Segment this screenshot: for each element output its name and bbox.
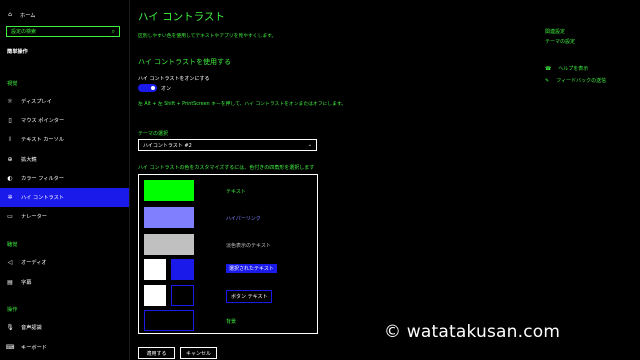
home-label: ホーム (20, 12, 36, 19)
sidebar-item-captions[interactable]: ▤ 字幕 (0, 273, 129, 292)
button-text-foreground-swatch[interactable] (144, 285, 166, 306)
sidebar-item-color-filter[interactable]: ◐ カラー フィルター (0, 169, 129, 188)
sidebar-item-label: カラー フィルター (21, 176, 65, 182)
customize-label: ハイ コントラストの色をカスタマイズするには、色付きの四角形を選択します (138, 165, 315, 171)
chevron-down-icon: ⌄ (307, 142, 312, 148)
sidebar-item-label: 拡大鏡 (21, 157, 37, 163)
help-label: ヘルプを表示 (558, 66, 589, 72)
toggle-label: ハイ コントラストをオンにする (138, 76, 210, 82)
disabled-text-swatch-label: 淡色表示のテキスト (226, 243, 271, 249)
sidebar-item-label: ハイ コントラスト (21, 195, 64, 201)
group-vision-heading: 視覚 (7, 81, 18, 87)
page-description: 区別しやすい色を使用してテキストやアプリを見やすくします。 (138, 34, 277, 39)
home-link[interactable]: ⌂ ホーム (7, 9, 35, 21)
group-interaction-heading: 操作 (7, 307, 18, 313)
button-text-swatch-label: ボタン テキスト (226, 290, 273, 303)
sidebar-item-keyboard[interactable]: ⌨ キーボード (0, 338, 129, 357)
keyboard-icon: ⌨ (5, 343, 15, 351)
high-contrast-icon: ✲ (7, 193, 13, 201)
sidebar-item-speech[interactable]: 🎙 音声認識 (0, 318, 129, 337)
hyperlink-swatch-label: ハイパーリンク (226, 216, 261, 222)
text-swatch-label: テキスト (226, 189, 246, 195)
search-icon: ⌕ (111, 27, 115, 35)
related-settings-title: 関連設定 (545, 29, 566, 35)
high-contrast-toggle[interactable] (138, 84, 157, 92)
sidebar-item-narrator[interactable]: ▭ ナレーター (0, 207, 129, 226)
group-hearing-heading: 聴覚 (7, 242, 18, 248)
search-placeholder: 設定の検索 (11, 29, 37, 35)
background-swatch-label: 背景 (226, 319, 237, 325)
page-title: ハイ コントラスト (138, 11, 225, 23)
sidebar-item-label: 音声認識 (21, 325, 42, 331)
magnifier-icon: ⊕ (7, 155, 13, 163)
captions-icon: ▤ (7, 278, 13, 286)
color-swatch-panel: テキスト ハイパーリンク 淡色表示のテキスト 選択されたテキスト ボタン テキス… (138, 174, 318, 334)
sidebar-item-display[interactable]: ☼ ディスプレイ (0, 92, 129, 111)
sidebar-item-label: ディスプレイ (21, 99, 52, 105)
cancel-button[interactable]: キャンセル (180, 347, 217, 359)
theme-select-value: ハイコントラスト #2 (143, 142, 192, 149)
theme-label: テーマの選択 (138, 131, 169, 137)
sidebar: ⌂ ホーム 設定の検索 ⌕ 簡単操作 視覚 ☼ ディスプレイ ▯ マウス ポイン… (0, 0, 130, 360)
search-input[interactable]: 設定の検索 ⌕ (6, 26, 120, 37)
sidebar-item-label: テキスト カーソル (21, 137, 64, 143)
button-text-background-swatch[interactable] (171, 285, 194, 306)
sidebar-item-label: キーボード (21, 345, 47, 351)
watermark: © watatakusan.com (384, 322, 561, 342)
sidebar-item-audio[interactable]: ◁ オーディオ (0, 253, 129, 272)
microphone-icon: 🎙 (6, 323, 14, 331)
sidebar-item-text-cursor[interactable]: I テキスト カーソル (0, 130, 129, 149)
main-content: ハイ コントラスト 区別しやすい色を使用してテキストやアプリを見やすくします。 … (138, 0, 528, 360)
home-icon: ⌂ (8, 11, 12, 18)
text-cursor-icon: I (9, 135, 11, 143)
section-title: ハイ コントラストを使用する (138, 58, 231, 66)
toggle-state: オン (161, 86, 172, 92)
selected-text-swatch-label: 選択されたテキスト (226, 264, 277, 273)
sidebar-item-label: マウス ポインター (21, 118, 65, 124)
feedback-link[interactable]: ✎ フィードバックの送信 (545, 77, 607, 85)
selected-text-foreground-swatch[interactable] (144, 259, 166, 280)
feedback-label: フィードバックの送信 (556, 78, 607, 84)
shortcut-hint: 左 Alt + 左 Shift + PrintScreen キーを押して、ハイ … (138, 102, 347, 107)
sidebar-item-label: 字幕 (21, 280, 32, 286)
display-icon: ☼ (7, 97, 13, 105)
theme-select[interactable]: ハイコントラスト #2 ⌄ (138, 139, 317, 151)
background-color-swatch[interactable] (144, 310, 194, 331)
theme-settings-link[interactable]: テーマの設定 (545, 38, 575, 45)
color-filter-icon: ◐ (7, 174, 13, 182)
sidebar-item-magnifier[interactable]: ⊕ 拡大鏡 (0, 150, 129, 169)
sidebar-section-title: 簡単操作 (7, 49, 28, 55)
help-icon: ☎ (545, 65, 552, 72)
mouse-pointer-icon: ▯ (8, 116, 12, 124)
help-link[interactable]: ☎ ヘルプを表示 (545, 65, 589, 73)
narrator-icon: ▭ (7, 212, 13, 220)
sidebar-item-label: オーディオ (21, 260, 47, 266)
text-color-swatch[interactable] (144, 180, 194, 201)
selected-text-background-swatch[interactable] (171, 259, 194, 280)
sidebar-item-label: ナレーター (21, 214, 47, 220)
feedback-icon: ✎ (545, 77, 550, 84)
sidebar-item-high-contrast[interactable]: ✲ ハイ コントラスト (0, 188, 129, 207)
apply-button[interactable]: 適用する (138, 347, 175, 359)
speaker-icon: ◁ (7, 258, 13, 266)
sidebar-item-mouse-pointer[interactable]: ▯ マウス ポインター (0, 111, 129, 130)
disabled-text-color-swatch[interactable] (144, 234, 194, 255)
hyperlink-color-swatch[interactable] (144, 207, 194, 228)
